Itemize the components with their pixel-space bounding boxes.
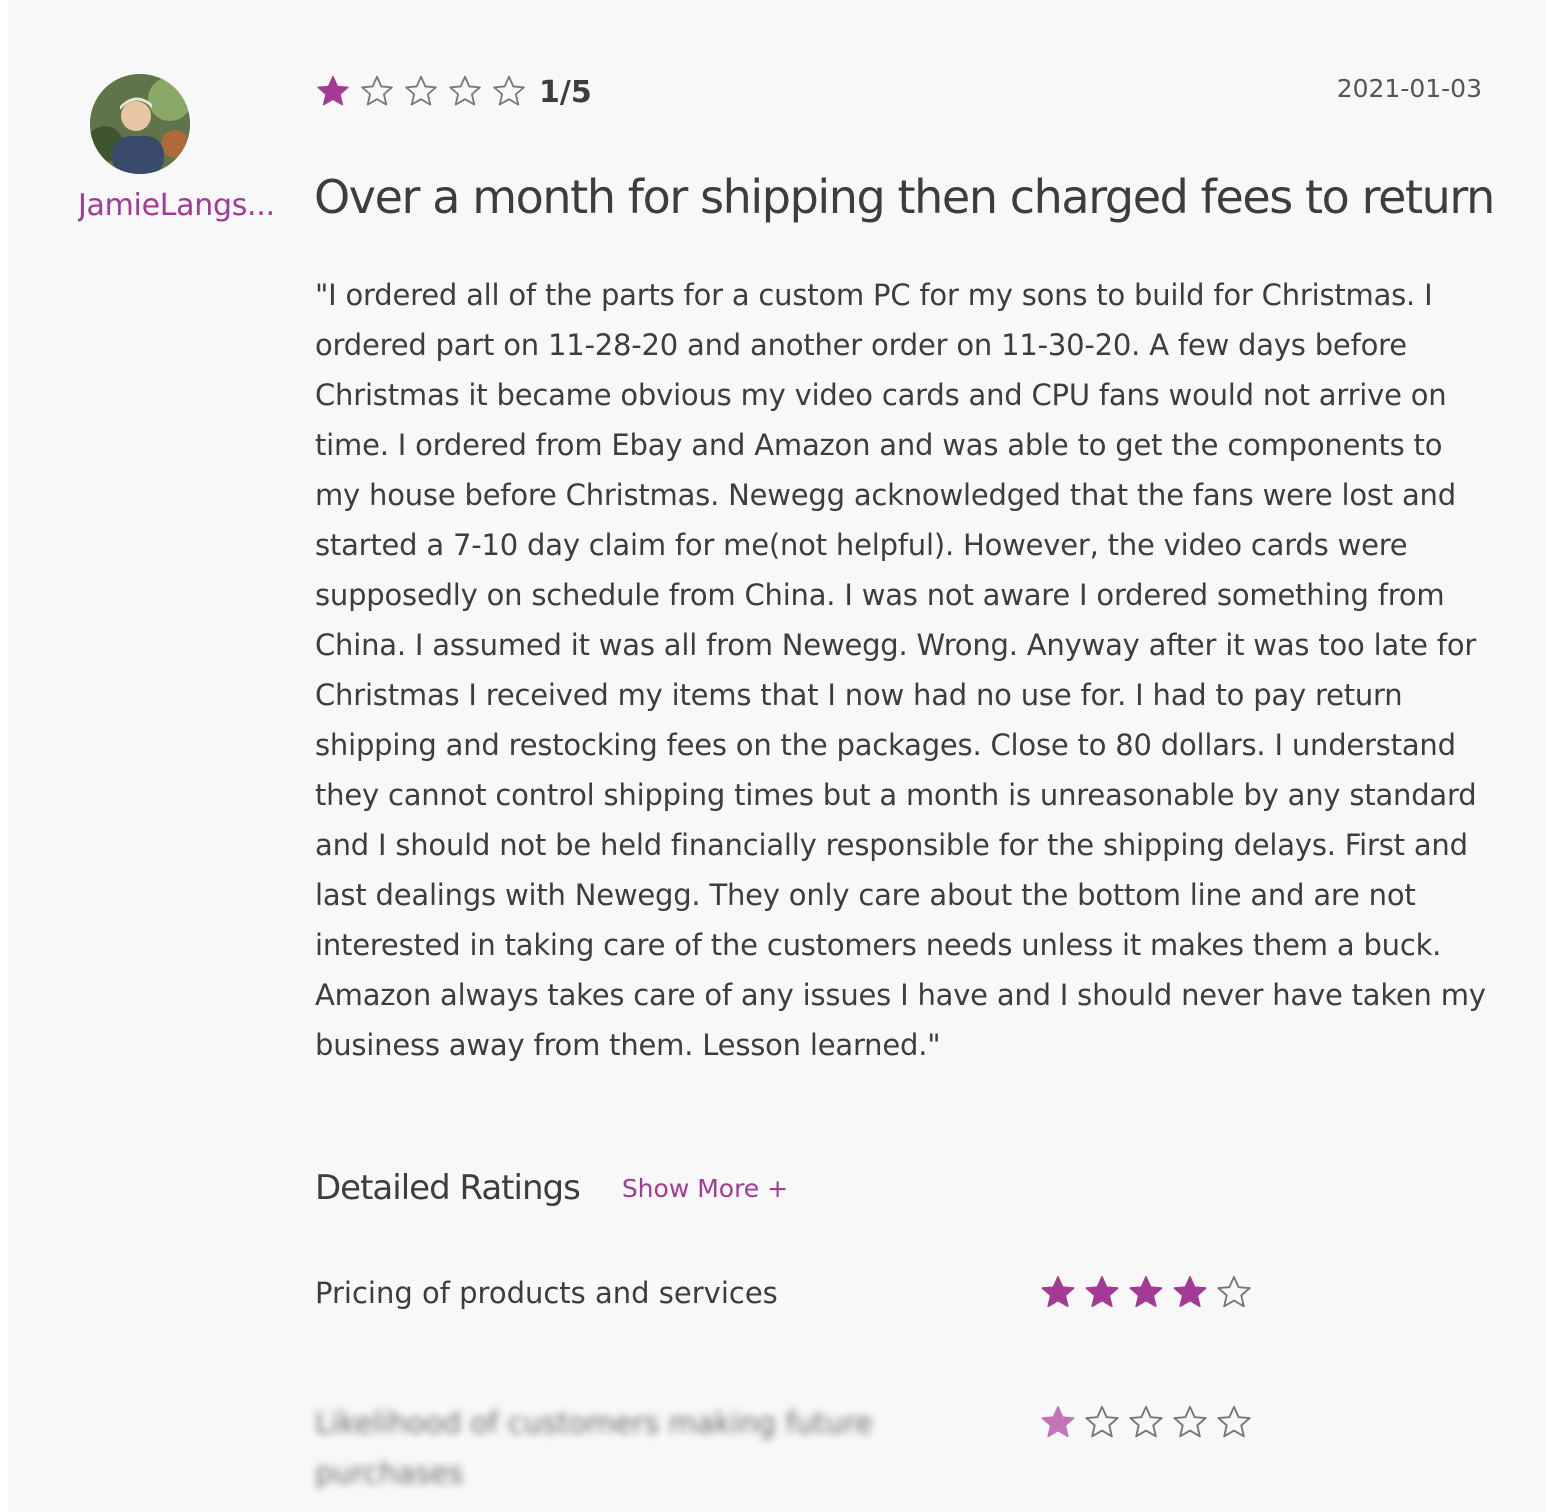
star-empty-icon xyxy=(1127,1404,1165,1442)
star-filled-icon xyxy=(1039,1404,1077,1442)
detailed-rating-label: Likelihood of customers making future pu… xyxy=(315,1406,873,1490)
star-filled-icon xyxy=(1083,1274,1121,1312)
review-date: 2021-01-03 xyxy=(1336,74,1482,103)
review-card: JamieLangs... 1/5 2021-01-03 Over a mont… xyxy=(8,0,1546,1512)
avatar[interactable] xyxy=(90,74,190,174)
detailed-ratings-header: Detailed Ratings Show More + xyxy=(315,1168,788,1208)
star-empty-icon xyxy=(1083,1404,1121,1442)
star-empty-icon xyxy=(1215,1274,1253,1312)
review-title: Over a month for shipping then charged f… xyxy=(314,170,1495,224)
detailed-rating-stars xyxy=(1039,1404,1259,1442)
overall-stars xyxy=(315,74,535,110)
review-body: "I ordered all of the parts for a custom… xyxy=(315,278,1486,1062)
star-filled-icon xyxy=(1171,1274,1209,1312)
star-empty-icon xyxy=(1171,1404,1209,1442)
rating-score-text: 1/5 xyxy=(539,74,592,110)
star-empty-icon xyxy=(491,74,527,110)
detailed-ratings-title: Detailed Ratings xyxy=(315,1168,581,1208)
reviewer-username[interactable]: JamieLangs... xyxy=(78,188,288,223)
star-filled-icon xyxy=(1127,1274,1165,1312)
detailed-rating-label: Pricing of products and services xyxy=(315,1276,778,1310)
detailed-rating-stars xyxy=(1039,1274,1259,1312)
star-empty-icon xyxy=(447,74,483,110)
star-empty-icon xyxy=(1215,1404,1253,1442)
show-more-link[interactable]: Show More + xyxy=(622,1174,788,1203)
star-filled-icon xyxy=(315,74,351,110)
star-filled-icon xyxy=(1039,1274,1077,1312)
star-empty-icon xyxy=(403,74,439,110)
star-empty-icon xyxy=(359,74,395,110)
overall-rating: 1/5 xyxy=(315,70,592,114)
